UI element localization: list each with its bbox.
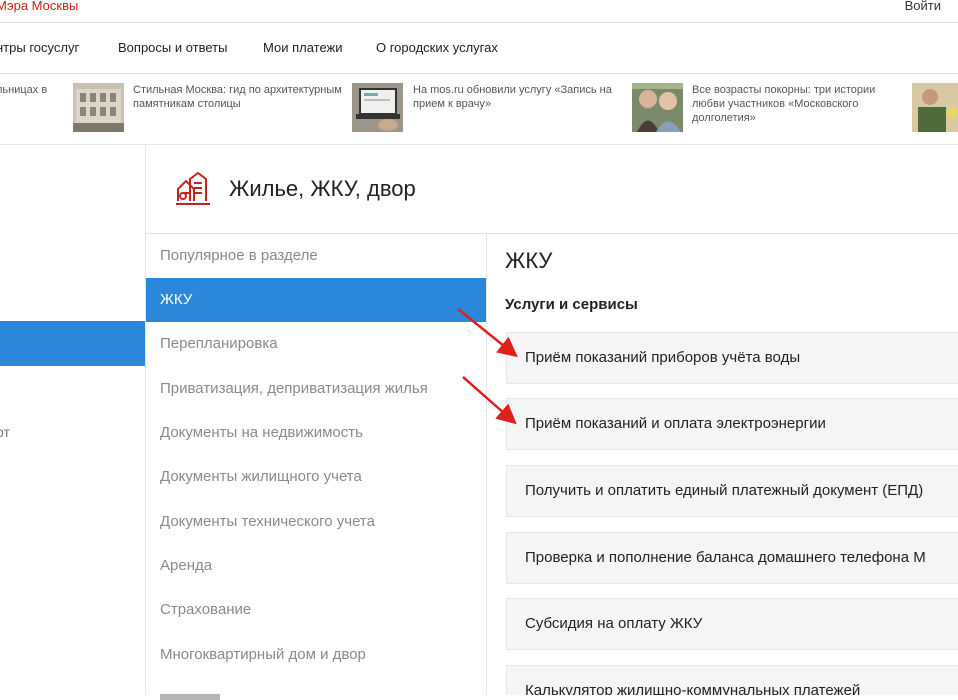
service-card-label: Проверка и пополнение баланса домашнего …	[525, 549, 926, 566]
service-card-water-meters[interactable]: Приём показаний приборов учёта воды	[506, 332, 958, 384]
service-card-epd[interactable]: Получить и оплатить единый платежный док…	[506, 465, 958, 517]
service-card-subsidy[interactable]: Субсидия на оплату ЖКУ	[506, 598, 958, 650]
submenu-item-apartment-building[interactable]: Многоквартирный дом и двор	[146, 633, 486, 677]
submenu-item-insurance[interactable]: Страхование	[146, 588, 486, 632]
login-link[interactable]: Войти	[905, 0, 941, 13]
submenu-item-popular[interactable]: Популярное в разделе	[146, 234, 486, 278]
left-menu-active-item[interactable]	[0, 321, 145, 366]
news-item-text[interactable]: льницах в	[0, 83, 60, 97]
top-bar: Мэра Москвы Войти	[0, 0, 958, 23]
news-strip: льницах в Стильная Москва: гид по архите…	[0, 73, 958, 145]
submenu-item-technical-docs[interactable]: Документы технического учета	[146, 500, 486, 544]
submenu-item-replanning[interactable]: Перепланировка	[146, 322, 486, 366]
nav-item-gosuslugi[interactable]: нтры госуслуг	[0, 40, 79, 55]
section-title: Жилье, ЖКУ, двор	[229, 176, 416, 201]
submenu: Популярное в разделе ЖКУ Перепланировка …	[146, 234, 487, 700]
brand-link[interactable]: Мэра Москвы	[0, 0, 78, 13]
main-nav: нтры госуслуг Вопросы и ответы Мои плате…	[0, 24, 958, 72]
service-card-label: Приём показаний и оплата электроэнергии	[525, 415, 826, 432]
nav-item-faq[interactable]: Вопросы и ответы	[118, 40, 227, 55]
submenu-item-zhku[interactable]: ЖКУ	[146, 278, 486, 322]
service-card-calculator[interactable]: Калькулятор жилищно-коммунальных платеже…	[506, 665, 958, 695]
service-card-label: Калькулятор жилищно-коммунальных платеже…	[525, 682, 861, 695]
submenu-item-real-estate-docs[interactable]: Документы на недвижимость	[146, 411, 486, 455]
content-heading: ЖКУ	[505, 248, 553, 273]
left-column: рт	[0, 144, 146, 695]
service-card-label: Приём показаний приборов учёта воды	[525, 349, 801, 366]
service-card-label: Субсидия на оплату ЖКУ	[525, 615, 703, 632]
submenu-item-housing-docs[interactable]: Документы жилищного учета	[146, 455, 486, 499]
section-header: Жилье, ЖКУ, двор	[146, 144, 958, 234]
content-panel: ЖКУ Услуги и сервисы Приём показаний при…	[487, 234, 958, 695]
news-item-text[interactable]: На mos.ru обновили услугу «Запись на при…	[413, 83, 618, 111]
nav-item-about-services[interactable]: О городских услугах	[376, 40, 498, 55]
news-item-text[interactable]: Все возрасты покорны: три истории любви …	[692, 83, 897, 125]
service-card-electricity[interactable]: Приём показаний и оплата электроэнергии	[506, 398, 958, 450]
service-card-phone-balance[interactable]: Проверка и пополнение баланса домашнего …	[506, 532, 958, 584]
services-subheading: Услуги и сервисы	[505, 296, 638, 313]
news-thumbnail[interactable]	[632, 83, 683, 132]
news-thumbnail[interactable]	[912, 83, 958, 132]
news-item-text[interactable]: Стильная Москва: гид по архитектурным па…	[133, 83, 343, 111]
submenu-item-cutoff[interactable]	[160, 686, 230, 700]
submenu-item-rent[interactable]: Аренда	[146, 544, 486, 588]
left-menu-item[interactable]: рт	[0, 424, 10, 440]
submenu-item-privatization[interactable]: Приватизация, деприватизация жилья	[146, 367, 486, 411]
news-thumbnail[interactable]	[73, 83, 124, 132]
nav-item-payments[interactable]: Мои платежи	[263, 40, 343, 55]
housing-icon	[176, 171, 212, 207]
service-card-label: Получить и оплатить единый платежный док…	[525, 482, 924, 499]
news-thumbnail[interactable]	[352, 83, 403, 132]
